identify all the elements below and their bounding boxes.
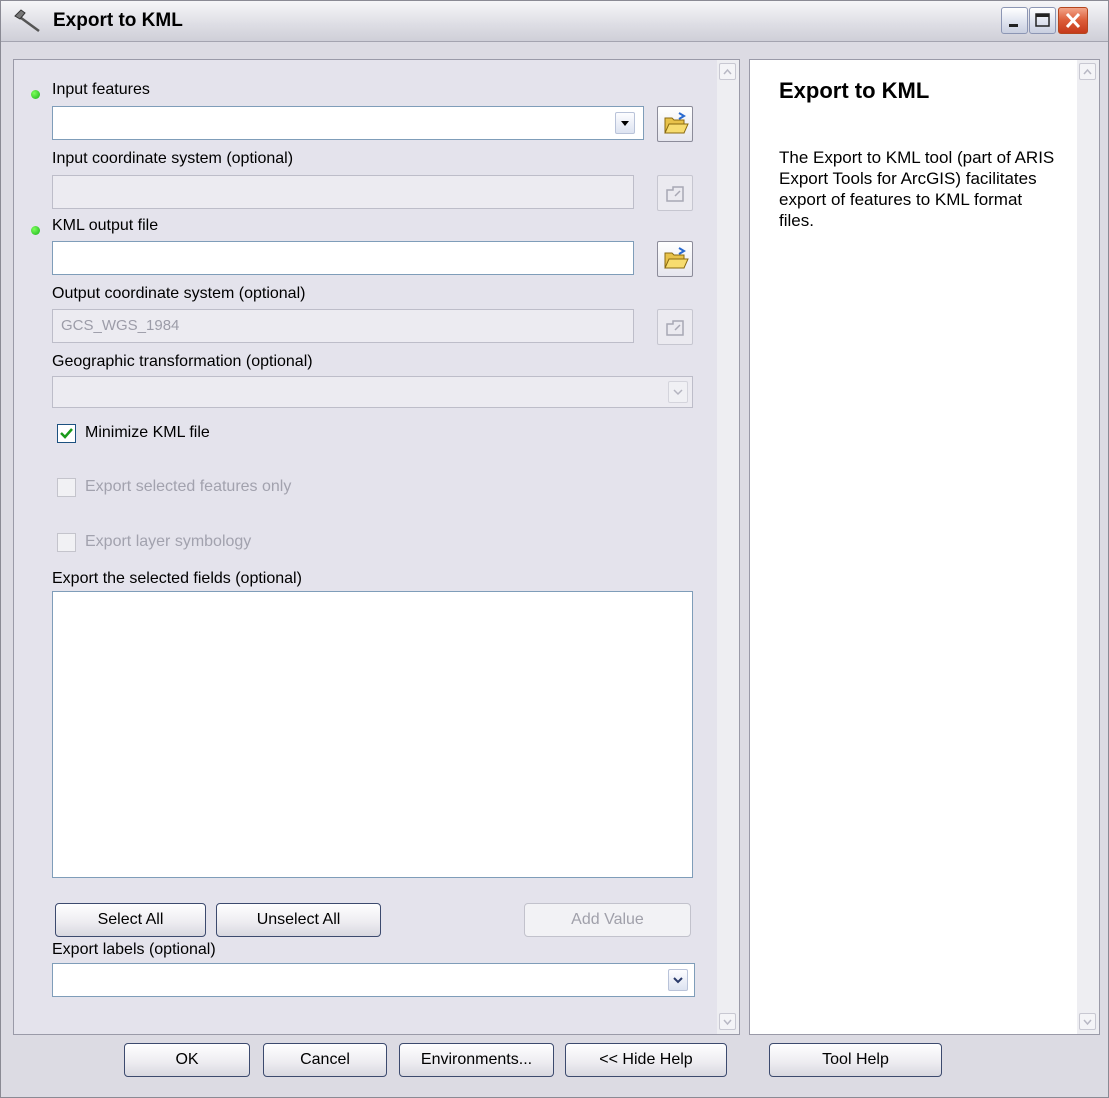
input-coordinate-field [52, 175, 634, 209]
help-scrollbar[interactable] [1077, 60, 1099, 1034]
scroll-up-button[interactable] [719, 63, 736, 80]
geographic-transformation-dropdown-button [668, 381, 688, 403]
hammer-tool-icon [14, 9, 40, 33]
add-value-button: Add Value [524, 903, 691, 937]
open-folder-icon [664, 247, 689, 269]
close-icon [1065, 12, 1081, 29]
properties-icon [666, 186, 684, 202]
input-features-label: Input features [52, 81, 150, 98]
help-panel: Export to KML The Export to KML tool (pa… [749, 59, 1100, 1035]
chevron-down-icon [673, 389, 683, 396]
minimize-icon [1009, 24, 1018, 27]
input-features-field[interactable] [52, 106, 644, 140]
maximize-button[interactable] [1029, 7, 1056, 34]
output-coordinate-properties-button [657, 309, 693, 345]
export-symbology-label: Export layer symbology [85, 533, 252, 550]
chevron-up-icon [723, 68, 732, 75]
window-title: Export to KML [53, 10, 183, 31]
export-selected-label: Export selected features only [85, 478, 292, 495]
tool-help-button[interactable]: Tool Help [769, 1043, 942, 1077]
chevron-down-icon [1083, 1019, 1092, 1026]
geographic-transformation-label: Geographic transformation (optional) [52, 353, 313, 370]
selected-fields-list[interactable] [52, 591, 693, 878]
unselect-all-button[interactable]: Unselect All [216, 903, 381, 937]
parameters-panel: Input features Input coordinate system (… [13, 59, 740, 1035]
required-indicator-icon [31, 90, 40, 99]
ok-button[interactable]: OK [124, 1043, 250, 1077]
select-all-button[interactable]: Select All [55, 903, 206, 937]
output-coordinate-label: Output coordinate system (optional) [52, 285, 306, 302]
geographic-transformation-field [52, 376, 693, 408]
cancel-button[interactable]: Cancel [263, 1043, 387, 1077]
environments-button[interactable]: Environments... [399, 1043, 554, 1077]
scroll-down-button[interactable] [719, 1013, 736, 1030]
help-description: The Export to KML tool (part of ARIS Exp… [779, 148, 1055, 230]
minimize-kml-checkbox[interactable] [57, 424, 76, 443]
open-folder-icon [664, 112, 689, 134]
export-selected-checkbox [57, 478, 76, 497]
kml-output-field[interactable] [52, 241, 634, 275]
selected-fields-label: Export the selected fields (optional) [52, 570, 302, 587]
close-button[interactable] [1058, 7, 1088, 34]
export-to-kml-dialog: Export to KML Input features Input coord… [0, 0, 1109, 1098]
input-coordinate-properties-button [657, 175, 693, 211]
export-labels-label: Export labels (optional) [52, 941, 216, 958]
help-title: Export to KML [779, 78, 930, 103]
chevron-down-icon [673, 977, 683, 984]
chevron-up-icon [1083, 68, 1092, 75]
minimize-button[interactable] [1001, 7, 1028, 34]
form-scrollbar[interactable] [717, 60, 739, 1034]
kml-output-label: KML output file [52, 217, 159, 234]
chevron-down-icon [621, 121, 629, 126]
input-coordinate-label: Input coordinate system (optional) [52, 150, 294, 167]
chevron-down-icon [723, 1019, 732, 1026]
properties-icon [666, 320, 684, 336]
maximize-icon [1035, 13, 1050, 27]
export-symbology-checkbox [57, 533, 76, 552]
export-labels-dropdown-button[interactable] [668, 969, 688, 991]
scroll-down-button[interactable] [1079, 1013, 1096, 1030]
browse-input-features-button[interactable] [657, 106, 693, 142]
export-labels-field[interactable] [52, 963, 695, 997]
hide-help-button[interactable]: << Hide Help [565, 1043, 727, 1077]
title-bar[interactable]: Export to KML [1, 1, 1108, 42]
input-features-dropdown-button[interactable] [615, 112, 635, 134]
required-indicator-icon [31, 226, 40, 235]
scroll-up-button[interactable] [1079, 63, 1096, 80]
browse-kml-output-button[interactable] [657, 241, 693, 277]
minimize-kml-label: Minimize KML file [85, 424, 210, 441]
checkmark-icon [60, 428, 73, 439]
output-coordinate-field: GCS_WGS_1984 [52, 309, 634, 343]
output-coordinate-value: GCS_WGS_1984 [61, 317, 180, 334]
